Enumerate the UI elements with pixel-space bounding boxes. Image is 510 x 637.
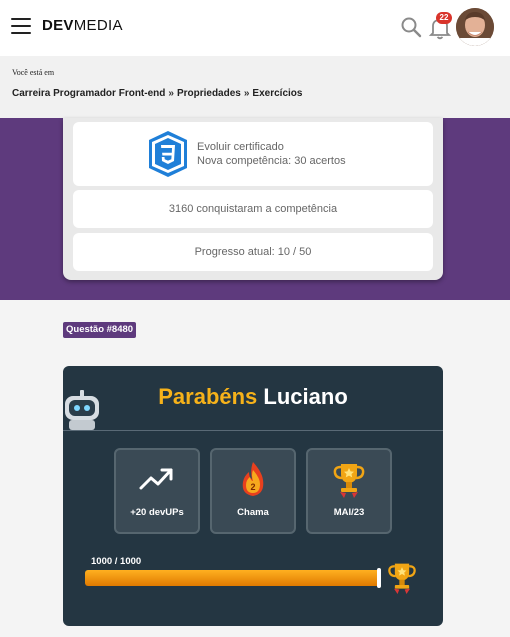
top-header: DEVMEDIA 22 [0,0,510,56]
notification-badge: 22 [436,12,452,24]
stat-chama: 2 Chama [210,448,296,534]
logo-bold: DEV [42,17,74,34]
flame-count: 2 [250,482,255,492]
trending-up-icon [139,468,173,490]
achievers-box: 3160 conquistaram a competência [73,190,433,228]
user-name: Luciano [263,384,348,409]
user-avatar[interactable] [456,8,494,46]
breadcrumb-separator: » [243,88,250,99]
breadcrumb-bar: Você está em Carreira Programador Front-… [0,56,510,118]
breadcrumb-item-propriedades[interactable]: Propriedades [177,88,241,99]
breadcrumb-item-exercicios[interactable]: Exercícios [252,88,302,99]
stat-mai23: MAI/23 [306,448,392,534]
search-icon[interactable] [400,16,422,38]
congrats-card: Parabéns Luciano +20 devUPs 2 Chama MAI/ [63,366,443,626]
progress-fill [85,570,381,586]
breadcrumb-separator: » [168,88,174,99]
question-tag: Questão #8480 [63,322,137,338]
stat-devups: +20 devUPs [114,448,200,534]
devmedia-logo[interactable]: DEVMEDIA [42,17,123,34]
logo-light: MEDIA [73,17,123,34]
progress-label: 1000 / 1000 [91,556,142,567]
menu-icon[interactable] [11,18,31,34]
progress-bar [85,570,381,586]
progress-box: Progresso atual: 10 / 50 [73,233,433,271]
congrats-title: Parabéns Luciano [63,384,443,410]
flame-icon: 2 [242,462,264,496]
progress-cap [377,568,381,588]
certificate-line1: Evoluir certificado [197,141,284,153]
divider [63,430,443,431]
trophy-icon [333,464,365,498]
stat-devups-label: +20 devUPs [130,507,184,518]
certificate-line2: Nova competência: 30 acertos [197,155,346,167]
certificate-text: Evoluir certificado Nova competência: 30… [197,140,346,168]
competency-card: Evoluir certificado Nova competência: 30… [63,118,443,280]
breadcrumb-label: Você está em [12,68,55,77]
congrats-word: Parabéns [158,384,258,409]
breadcrumb: Carreira Programador Front-end» Proprieda… [12,88,302,99]
progress-trophy-icon [388,563,416,594]
breadcrumb-item-carreira[interactable]: Carreira Programador Front-end [12,88,165,99]
stat-chama-label: Chama [237,507,269,518]
stat-mai23-label: MAI/23 [333,507,365,518]
css3-icon [149,131,187,177]
certificate-box: Evoluir certificado Nova competência: 30… [73,122,433,186]
